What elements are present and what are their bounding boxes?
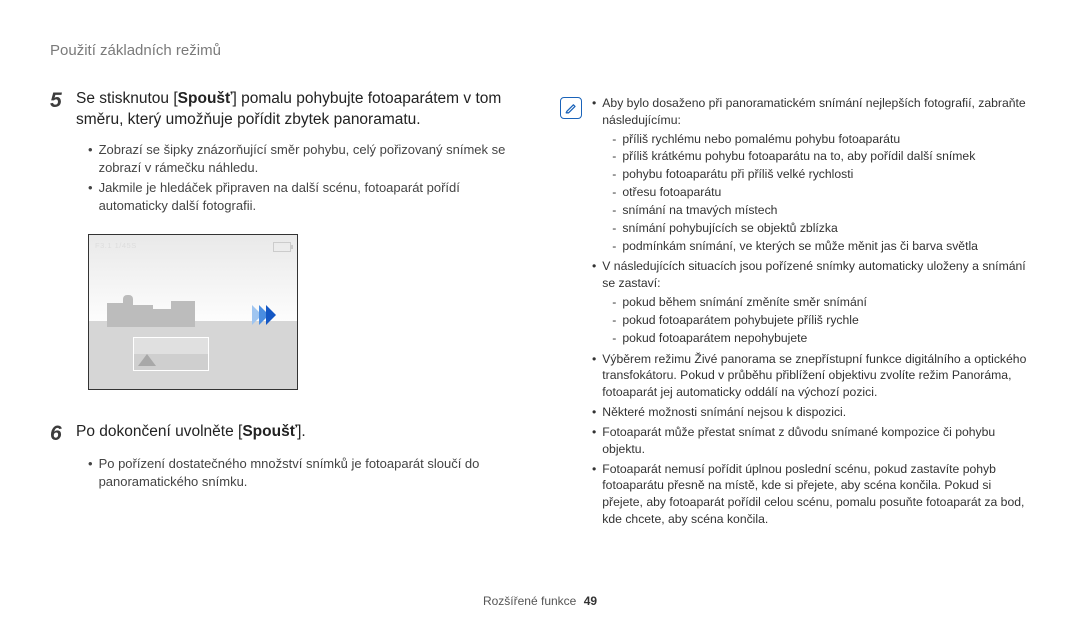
step-6: 6 Po dokončení uvolněte [Spoušť]. [50, 422, 530, 445]
note-b3: Výběrem režimu Živé panorama se znepříst… [602, 351, 1030, 401]
step-5-bullets: Zobrazí se šipky znázorňující směr pohyb… [88, 141, 530, 216]
step-5: 5 Se stisknutou [Spoušť] pomalu pohybujt… [50, 89, 530, 131]
step-6-text: Po dokončení uvolněte [Spoušť]. [76, 422, 306, 443]
step-6-bold: Spoušť [242, 423, 297, 440]
bullet: Po pořízení dostatečného množství snímků… [99, 455, 530, 491]
step-6-number: 6 [50, 422, 76, 445]
footer-page: 49 [584, 594, 597, 608]
note-sub: pokud během snímání změníte směr snímání [622, 294, 867, 311]
note-b5: Fotoaparát může přestat snímat z důvodu … [602, 424, 1030, 458]
note-sub: pohybu fotoaparátu při příliš velké rych… [622, 166, 853, 183]
note-icon [560, 97, 582, 119]
page-header: Použití základních režimů [50, 42, 1030, 59]
note-b2-lead: V následujících situacích jsou pořízené … [602, 259, 1025, 290]
note-b1-lead: Aby bylo dosaženo při panoramatickém sní… [602, 96, 1025, 127]
page-footer: Rozšířené funkce 49 [0, 594, 1080, 608]
preview-exposure-label: F3.1 1/45S [95, 241, 137, 255]
note-sub: příliš krátkému pohybu fotoaparátu na to… [622, 148, 975, 165]
note-sub: podmínkám snímání, ve kterých se může mě… [622, 238, 978, 255]
footer-section: Rozšířené funkce [483, 594, 576, 608]
note-sub: pokud fotoaparátem pohybujete příliš ryc… [622, 312, 858, 329]
step-5-bold: Spoušť [178, 90, 233, 107]
step-6-bullets: Po pořízení dostatečného množství snímků… [88, 455, 530, 491]
note-sub: otřesu fotoaparátu [622, 184, 721, 201]
info-note: Aby bylo dosaženo při panoramatickém sní… [560, 95, 1030, 531]
battery-icon [273, 242, 291, 252]
note-sub: příliš rychlému nebo pomalému pohybu fot… [622, 131, 900, 148]
note-sub: snímání na tmavých místech [622, 202, 777, 219]
direction-arrow-icon [252, 305, 273, 325]
note-sub: pokud fotoaparátem nepohybujete [622, 330, 807, 347]
bullet: Zobrazí se šipky znázorňující směr pohyb… [99, 141, 530, 177]
step-6-a: Po dokončení uvolněte [ [76, 423, 242, 440]
note-b4: Některé možnosti snímání nejsou k dispoz… [602, 404, 846, 421]
bullet: Jakmile je hledáček připraven na další s… [99, 179, 530, 215]
step-6-c: ]. [297, 423, 306, 440]
step-5-text: Se stisknutou [Spoušť] pomalu pohybujte … [76, 89, 530, 131]
note-b6: Fotoaparát nemusí pořídit úplnou posledn… [602, 461, 1030, 528]
preview-thumbnail [133, 337, 209, 371]
camera-preview: F3.1 1/45S [88, 234, 298, 390]
note-sub: snímání pohybujících se objektů zblízka [622, 220, 837, 237]
step-5-number: 5 [50, 89, 76, 112]
step-5-a: Se stisknutou [ [76, 90, 178, 107]
